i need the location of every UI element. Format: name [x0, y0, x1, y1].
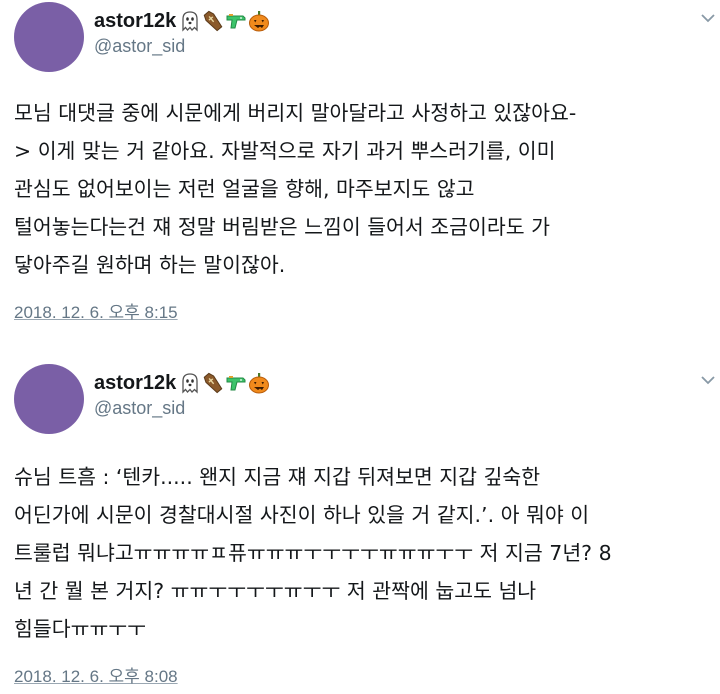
tweet-text-line: 닿아주길 원하며 하는 말이잖아. — [14, 253, 286, 277]
water-pistol-icon — [225, 10, 247, 32]
tweet-timestamp[interactable]: 2018. 12. 6. 오후 8:15 — [14, 298, 178, 323]
tweet-text-line: > 이게 맞는 거 같아요. 자발적으로 자기 과거 뿌스러기를, 이미 — [14, 139, 556, 163]
user-handle[interactable]: @astor_sid — [94, 36, 185, 57]
coffin-icon — [202, 10, 224, 32]
user-name-row[interactable]: astor12k — [94, 369, 270, 397]
jack-o-lantern-icon — [248, 372, 270, 394]
tweet-text-line: 관심도 없어보이는 저런 얼굴을 향해, 마주보지도 않고 — [14, 177, 475, 201]
tweet-text-line: 모님 대댓글 중에 시문에게 버리지 말아달라고 사정하고 있잖아요- — [14, 101, 577, 125]
tweet-text-line: 슈님 트흠 : ‘텐카..... 왠지 지금 쟤 지갑 뒤져보면 지갑 깊숙한 — [14, 465, 541, 489]
ghost-icon — [179, 372, 201, 394]
tweet-text: 모님 대댓글 중에 시문에게 버리지 말아달라고 사정하고 있잖아요- > 이게 … — [14, 94, 714, 284]
tweet-text-line: 트룰럽 뭐냐고ㅠㅠㅠㅠㅍ퓨ㅠㅠㅠㅜㅜㅜㅜㅠㅠㅠㅜㅜ 저 지금 7년? 8 — [14, 541, 612, 565]
ghost-icon — [179, 10, 201, 32]
tweet-text: 슈님 트흠 : ‘텐카..... 왠지 지금 쟤 지갑 뒤져보면 지갑 깊숙한어… — [14, 458, 714, 648]
chevron-down-icon[interactable] — [700, 12, 716, 24]
jack-o-lantern-icon — [248, 10, 270, 32]
tweet-text-line: 털어놓는다는건 쟤 정말 버림받은 느낌이 들어서 조금이라도 가 — [14, 215, 550, 239]
coffin-icon — [202, 372, 224, 394]
tweet-text-line: 어딘가에 시문이 경찰대시절 사진이 하나 있을 거 같지.’. 아 뭐야 이 — [14, 503, 590, 527]
avatar[interactable] — [14, 364, 84, 434]
display-name[interactable]: astor12k — [94, 10, 176, 33]
chevron-down-icon[interactable] — [700, 374, 716, 386]
avatar[interactable] — [14, 2, 84, 72]
display-name[interactable]: astor12k — [94, 372, 176, 395]
tweet-timestamp[interactable]: 2018. 12. 6. 오후 8:08 — [14, 662, 178, 687]
user-name-row[interactable]: astor12k — [94, 7, 270, 35]
tweet-text-line: 년 간 뭘 본 거지? ㅠㅠㅜㅜㅜㅜㅠㅜㅜ 저 관짝에 눕고도 넘나 — [14, 579, 537, 603]
water-pistol-icon — [225, 372, 247, 394]
user-handle[interactable]: @astor_sid — [94, 398, 185, 419]
tweet-text-line: 힘들다ㅠㅠㅜㅜ — [14, 617, 147, 641]
